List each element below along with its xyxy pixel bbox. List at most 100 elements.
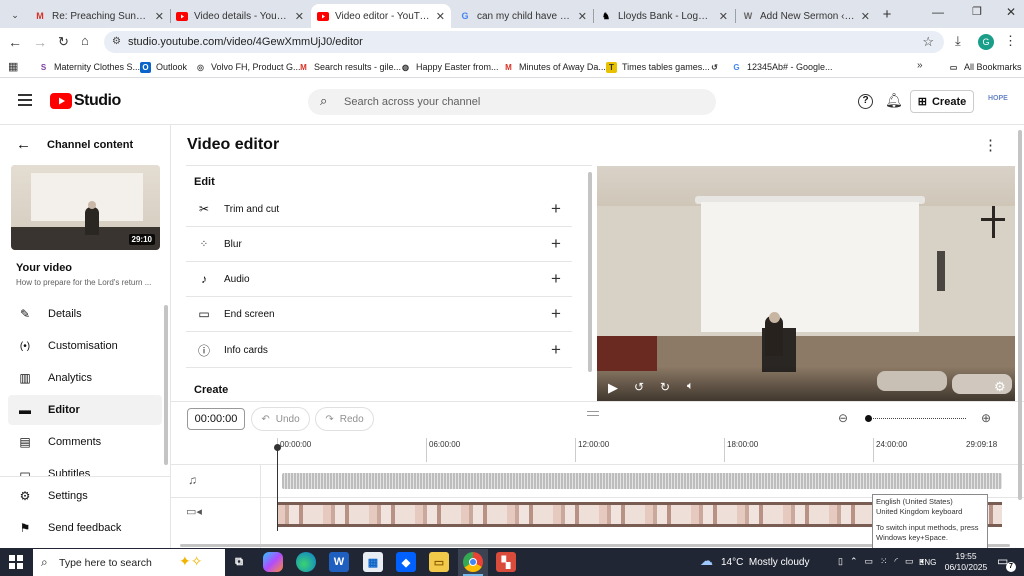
nav-comments[interactable]: ▤ Comments xyxy=(8,427,162,457)
close-tab-icon[interactable]: ✕ xyxy=(861,10,870,23)
studio-logo[interactable]: Studio xyxy=(50,92,121,110)
more-bookmarks-icon[interactable]: » xyxy=(917,60,923,71)
chrome-menu-icon[interactable]: ⋮ xyxy=(1004,33,1017,49)
profile-avatar[interactable]: G xyxy=(978,34,994,50)
create-button[interactable]: ⊞ Create xyxy=(910,90,974,113)
add-icon[interactable]: + xyxy=(548,234,564,254)
bookmark[interactable]: G 12345Ab# - Google... xyxy=(731,59,832,75)
play-icon[interactable]: ▶ xyxy=(608,380,618,396)
page-scrollbar[interactable] xyxy=(1018,130,1022,500)
bookmark[interactable]: T Times tables games... xyxy=(606,59,710,75)
taskbar-search-box[interactable]: ⌕ Type here to search ✦✧ xyxy=(33,549,225,576)
bookmark[interactable]: M Minutes of Away Da... xyxy=(503,59,606,75)
add-icon[interactable]: + xyxy=(548,304,564,324)
store-icon[interactable]: ▦ xyxy=(363,552,383,572)
redo-button[interactable]: ↷ Redo xyxy=(315,407,374,431)
new-tab-button[interactable]: + xyxy=(878,6,896,24)
video-player[interactable] xyxy=(597,166,1015,401)
browser-tab[interactable]: G can my child have smart st ✕ xyxy=(453,4,593,28)
close-tab-icon[interactable]: ✕ xyxy=(578,10,587,23)
timeline-resize-handle[interactable] xyxy=(587,411,599,416)
language-indicator[interactable]: ENG xyxy=(919,558,936,567)
site-info-icon[interactable]: ⚙ xyxy=(112,36,121,47)
more-options-icon[interactable]: ⋮ xyxy=(983,136,998,154)
home-icon[interactable]: ⌂ xyxy=(81,33,89,48)
tab-search-icon[interactable]: ⌄ xyxy=(6,6,24,24)
tool-audio[interactable]: ♪ Audio + xyxy=(186,262,572,297)
browser-tab-active[interactable]: Video editor - YouTube Stu ✕ xyxy=(311,4,451,28)
tool-trim-and-cut[interactable]: ✂ Trim and cut + xyxy=(186,192,572,227)
close-tab-icon[interactable]: ✕ xyxy=(719,10,728,23)
windows-start-icon[interactable] xyxy=(9,555,23,569)
forward-arrow-icon[interactable]: → xyxy=(33,34,47,50)
channel-avatar[interactable]: HOPE xyxy=(988,95,1008,109)
all-bookmarks[interactable]: ▭ All Bookmarks xyxy=(948,59,1022,75)
channel-search-input[interactable]: ⌕ Search across your channel xyxy=(308,89,716,115)
volume-icon[interactable]: 🔈︎ xyxy=(687,380,694,393)
notifications-bell-icon[interactable]: 🔔︎ xyxy=(885,92,903,109)
nav-settings[interactable]: ⚙ Settings xyxy=(8,481,162,511)
word-icon[interactable]: W xyxy=(329,552,349,572)
bookmark[interactable]: S Maternity Clothes S... xyxy=(38,59,140,75)
edit-panel-scrollbar[interactable] xyxy=(588,172,592,372)
audio-waveform[interactable] xyxy=(282,473,1002,489)
copilot-icon[interactable] xyxy=(263,552,283,572)
nav-customisation[interactable]: (•) Customisation xyxy=(8,331,162,361)
bookmark[interactable]: M Search results - gile... xyxy=(298,59,401,75)
help-icon[interactable]: ? xyxy=(858,94,873,109)
video-thumbnail[interactable]: 29:10 xyxy=(11,165,160,250)
zoom-slider[interactable] xyxy=(865,415,966,422)
edge-icon[interactable] xyxy=(296,552,316,572)
nav-editor[interactable]: ▬ Editor xyxy=(8,395,162,425)
hamburger-menu-icon[interactable] xyxy=(18,94,32,106)
address-bar[interactable]: ⚙ studio.youtube.com/video/4GewXmmUjJ0/e… xyxy=(104,31,944,53)
sidebar-scrollbar[interactable] xyxy=(164,305,168,465)
minimize-button[interactable]: — xyxy=(932,5,944,19)
browser-tab[interactable]: ♞ Lloyds Bank - Logged Off ✕ xyxy=(594,4,734,28)
rewind-10-icon[interactable]: ↺ xyxy=(634,380,644,394)
reload-icon[interactable]: ↻ xyxy=(58,34,69,50)
tool-blur[interactable]: ⁘ Blur + xyxy=(186,227,572,262)
chrome-icon[interactable] xyxy=(463,552,483,572)
volvo-icon: ◎ xyxy=(197,62,204,72)
tool-end-screen[interactable]: ▭ End screen + xyxy=(186,297,572,332)
back-to-channel-content[interactable]: ← Channel content xyxy=(16,136,133,153)
close-window-button[interactable]: ✕ xyxy=(1006,5,1016,19)
add-icon[interactable]: + xyxy=(548,269,564,289)
close-tab-icon[interactable]: ✕ xyxy=(155,10,164,23)
nav-send-feedback[interactable]: ⚑ Send feedback xyxy=(8,513,162,543)
nav-analytics[interactable]: ▥ Analytics xyxy=(8,363,162,393)
browser-tab[interactable]: Video details - YouTube Stu ✕ xyxy=(170,4,310,28)
bookmark-star-icon[interactable]: ☆ xyxy=(922,34,934,50)
maximize-button[interactable]: ❐ xyxy=(972,5,982,18)
close-tab-icon[interactable]: ✕ xyxy=(436,10,445,23)
close-tab-icon[interactable]: ✕ xyxy=(295,10,304,23)
bookmark[interactable]: ◎ Volvo FH, Product G... xyxy=(195,59,301,75)
nav-details[interactable]: ✎ Details xyxy=(8,299,162,329)
file-explorer-icon[interactable]: ▭ xyxy=(429,552,449,572)
zoom-slider-handle[interactable] xyxy=(865,415,872,422)
browser-tab[interactable]: M Re: Preaching Sunday 5/10 ✕ xyxy=(28,4,170,28)
download-icon[interactable]: ⤓ xyxy=(955,33,961,49)
forward-10-icon[interactable]: ↻ xyxy=(660,380,670,394)
apps-grid-icon[interactable]: ▦ xyxy=(8,60,18,73)
undo-button[interactable]: ↶ Undo xyxy=(251,407,310,431)
timecode-input[interactable]: 00:00:00 xyxy=(187,408,245,430)
add-icon[interactable]: + xyxy=(548,340,564,360)
back-arrow-icon[interactable]: ← xyxy=(8,34,22,50)
player-settings-icon[interactable]: ⚙ xyxy=(994,379,1006,395)
dropbox-icon[interactable]: ◆ xyxy=(396,552,416,572)
add-icon[interactable]: + xyxy=(548,199,564,219)
tool-info-cards[interactable]: ⓘ Info cards + xyxy=(186,333,572,368)
bookmark[interactable]: ↺ xyxy=(709,59,725,75)
bookmark[interactable]: O Outlook xyxy=(140,59,187,75)
playhead[interactable] xyxy=(274,444,281,531)
browser-tab[interactable]: W Add New Sermon ‹ Hope C ✕ xyxy=(736,4,876,28)
weather-text[interactable]: 14°C Mostly cloudy xyxy=(721,557,809,568)
zoom-out-icon[interactable]: ⊖ xyxy=(838,411,848,425)
zoom-in-icon[interactable]: ⊕ xyxy=(981,411,991,425)
app-icon[interactable]: ▚ xyxy=(496,552,516,572)
clock[interactable]: 19:55 06/10/2025 xyxy=(944,551,988,573)
bookmark[interactable]: ◍ Happy Easter from... xyxy=(400,59,499,75)
task-view-icon[interactable]: ⧉ xyxy=(229,552,249,572)
